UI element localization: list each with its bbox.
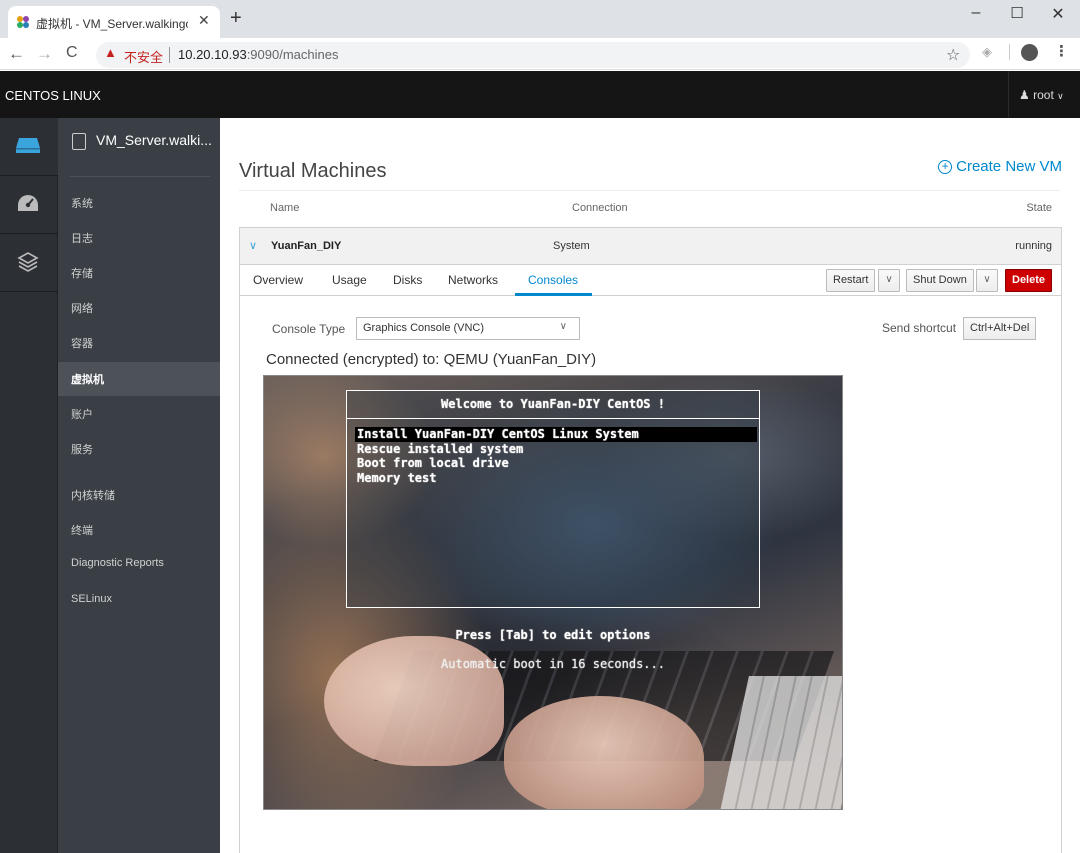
tab-networks[interactable]: Networks — [448, 273, 498, 287]
minimize-icon[interactable]: – — [961, 4, 991, 22]
tab-usage[interactable]: Usage — [332, 273, 367, 287]
url-host: 10.20.10.93 — [178, 47, 247, 62]
boot-hint: Press [Tab] to edit options — [455, 628, 651, 642]
vm-connection: System — [553, 240, 590, 252]
new-tab-button[interactable]: + — [230, 8, 242, 28]
sidebar-item-diagnostic-reports[interactable]: Diagnostic Reports — [58, 548, 220, 582]
host-menu: VM_Server.walki... 系统 日志 存储 网络 容器 虚拟机 账户… — [58, 118, 220, 853]
back-icon[interactable]: ← — [8, 44, 25, 64]
chevron-down-icon[interactable]: ∨ — [249, 239, 257, 252]
main-content: Virtual Machines + Create New VM Name Con… — [220, 118, 1080, 853]
cockpit-favicon-icon — [17, 16, 29, 28]
tab-overview[interactable]: Overview — [253, 273, 303, 287]
url-omnibox[interactable]: ▲ 不安全 10.20.10.93:9090/machines ☆ — [96, 42, 970, 68]
create-vm-button[interactable]: + Create New VM — [938, 158, 1062, 175]
sidebar-item-terminal[interactable]: 终端 — [58, 513, 220, 547]
vnc-console-screen[interactable]: Welcome to YuanFan-DIY CentOS ! Install … — [263, 375, 843, 810]
sidebar-item-accounts[interactable]: 账户 — [58, 397, 220, 431]
browser-tab-strip: 虚拟机 - VM_Server.walkingcloud ✕ + – ☐ ✕ — [0, 0, 1080, 38]
shutdown-dropdown-button[interactable]: ∨ — [976, 269, 998, 292]
sidebar-item-storage[interactable]: 存储 — [58, 256, 220, 290]
browser-menu-icon[interactable]: ⋮ — [1054, 42, 1069, 60]
connection-status: Connected (encrypted) to: QEMU (YuanFan_… — [266, 351, 597, 368]
sidebar-item-system[interactable]: 系统 — [58, 186, 220, 220]
chevron-down-icon: ∨ — [559, 321, 567, 332]
forward-icon[interactable]: → — [36, 44, 53, 64]
cockpit-topbar: CENTOS LINUX ♟ root ∨ — [0, 71, 1080, 118]
insecure-label[interactable]: 不安全 — [124, 47, 163, 66]
sidebar-item-network[interactable]: 网络 — [58, 291, 220, 325]
send-shortcut-button[interactable]: Ctrl+Alt+Del — [963, 317, 1037, 340]
address-bar: ← → C ▲ 不安全 10.20.10.93:9090/machines ☆ — [0, 38, 1080, 70]
bookmark-star-icon[interactable]: ☆ — [946, 45, 960, 65]
toolbar-divider — [1009, 44, 1010, 60]
maximize-icon[interactable]: ☐ — [1002, 4, 1032, 22]
send-shortcut-label: Send shortcut — [882, 321, 957, 335]
rail-item-dashboard[interactable] — [0, 118, 58, 176]
console-type-label: Console Type — [272, 322, 346, 336]
vm-tabs: Overview Usage Disks Networks Consoles R… — [240, 265, 1061, 296]
sidebar-item-logs[interactable]: 日志 — [58, 221, 220, 255]
restart-button[interactable]: Restart — [826, 269, 876, 292]
document-icon — [72, 132, 86, 150]
user-name: root — [1033, 88, 1054, 102]
sidebar-item-containers[interactable]: 容器 — [58, 326, 220, 360]
sidebar-item-virtual-machines[interactable]: 虚拟机 — [58, 362, 220, 396]
user-icon: ♟ — [1019, 88, 1030, 102]
vm-details-panel: Overview Usage Disks Networks Consoles R… — [239, 265, 1062, 853]
active-tab-indicator — [515, 293, 592, 296]
profile-avatar-icon[interactable] — [1021, 44, 1038, 61]
boot-option-local-drive[interactable]: Boot from local drive — [357, 456, 509, 470]
tab-disks[interactable]: Disks — [393, 273, 422, 287]
column-header-connection: Connection — [572, 202, 628, 214]
boot-countdown: Automatic boot in 16 seconds... — [441, 657, 665, 671]
window-close-icon[interactable]: ✕ — [1043, 4, 1073, 24]
rail-item-layers[interactable] — [0, 234, 58, 292]
sidebar-item-selinux[interactable]: SELinux — [58, 584, 220, 618]
background-hand-left — [324, 636, 504, 766]
boot-option-rescue[interactable]: Rescue installed system — [357, 442, 523, 456]
vm-name: YuanFan_DIY — [271, 240, 342, 252]
server-icon — [16, 138, 40, 153]
host-rail — [0, 118, 58, 853]
sidebar-item-services[interactable]: 服务 — [58, 432, 220, 466]
brand-logo: CENTOS LINUX — [5, 88, 101, 103]
vm-row[interactable]: ∨ YuanFan_DIY System running — [239, 227, 1062, 265]
column-header-state: State — [1026, 202, 1052, 214]
close-tab-icon[interactable]: ✕ — [198, 12, 210, 29]
vm-state: running — [1015, 240, 1052, 252]
user-menu[interactable]: ♟ root ∨ — [1008, 71, 1080, 118]
boot-menu-title: Welcome to YuanFan-DIY CentOS ! — [347, 391, 759, 419]
chevron-down-icon: ∨ — [1057, 91, 1064, 101]
host-name: VM_Server.walki... — [96, 132, 212, 148]
shutdown-button[interactable]: Shut Down — [906, 269, 974, 292]
browser-tab-title: 虚拟机 - VM_Server.walkingcloud — [36, 17, 188, 31]
plus-circle-icon: + — [938, 160, 953, 175]
url-path: :9090/machines — [246, 47, 339, 62]
sidebar-item-kernel-dump[interactable]: 内核转储 — [58, 478, 220, 512]
console-type-value: Graphics Console (VNC) — [363, 322, 485, 334]
host-switcher[interactable]: VM_Server.walki... — [72, 132, 212, 150]
column-header-name: Name — [270, 202, 300, 214]
omnibox-divider — [169, 47, 170, 63]
tab-consoles[interactable]: Consoles — [528, 273, 578, 287]
header-divider — [239, 190, 1060, 191]
boot-option-memory-test[interactable]: Memory test — [357, 471, 436, 485]
page-title: Virtual Machines — [239, 160, 387, 182]
warning-icon: ▲ — [104, 45, 117, 60]
menu-divider — [70, 176, 210, 177]
browser-tab[interactable]: 虚拟机 - VM_Server.walkingcloud ✕ — [8, 6, 220, 38]
layers-icon — [17, 252, 39, 272]
restart-dropdown-button[interactable]: ∨ — [878, 269, 900, 292]
delete-button[interactable]: Delete — [1005, 269, 1053, 292]
rail-item-overview[interactable] — [0, 176, 58, 234]
create-vm-label: Create New VM — [956, 158, 1062, 175]
console-type-select[interactable]: Graphics Console (VNC) ∨ — [356, 317, 580, 340]
boot-menu: Welcome to YuanFan-DIY CentOS ! Install … — [346, 390, 760, 608]
boot-option-install[interactable]: Install YuanFan-DIY CentOS Linux System — [357, 427, 639, 441]
url-text[interactable]: 10.20.10.93:9090/machines — [178, 47, 338, 62]
dashboard-gauge-icon — [18, 195, 38, 211]
extension-icon[interactable]: ◈ — [982, 44, 992, 60]
reload-icon[interactable]: C — [66, 44, 78, 62]
